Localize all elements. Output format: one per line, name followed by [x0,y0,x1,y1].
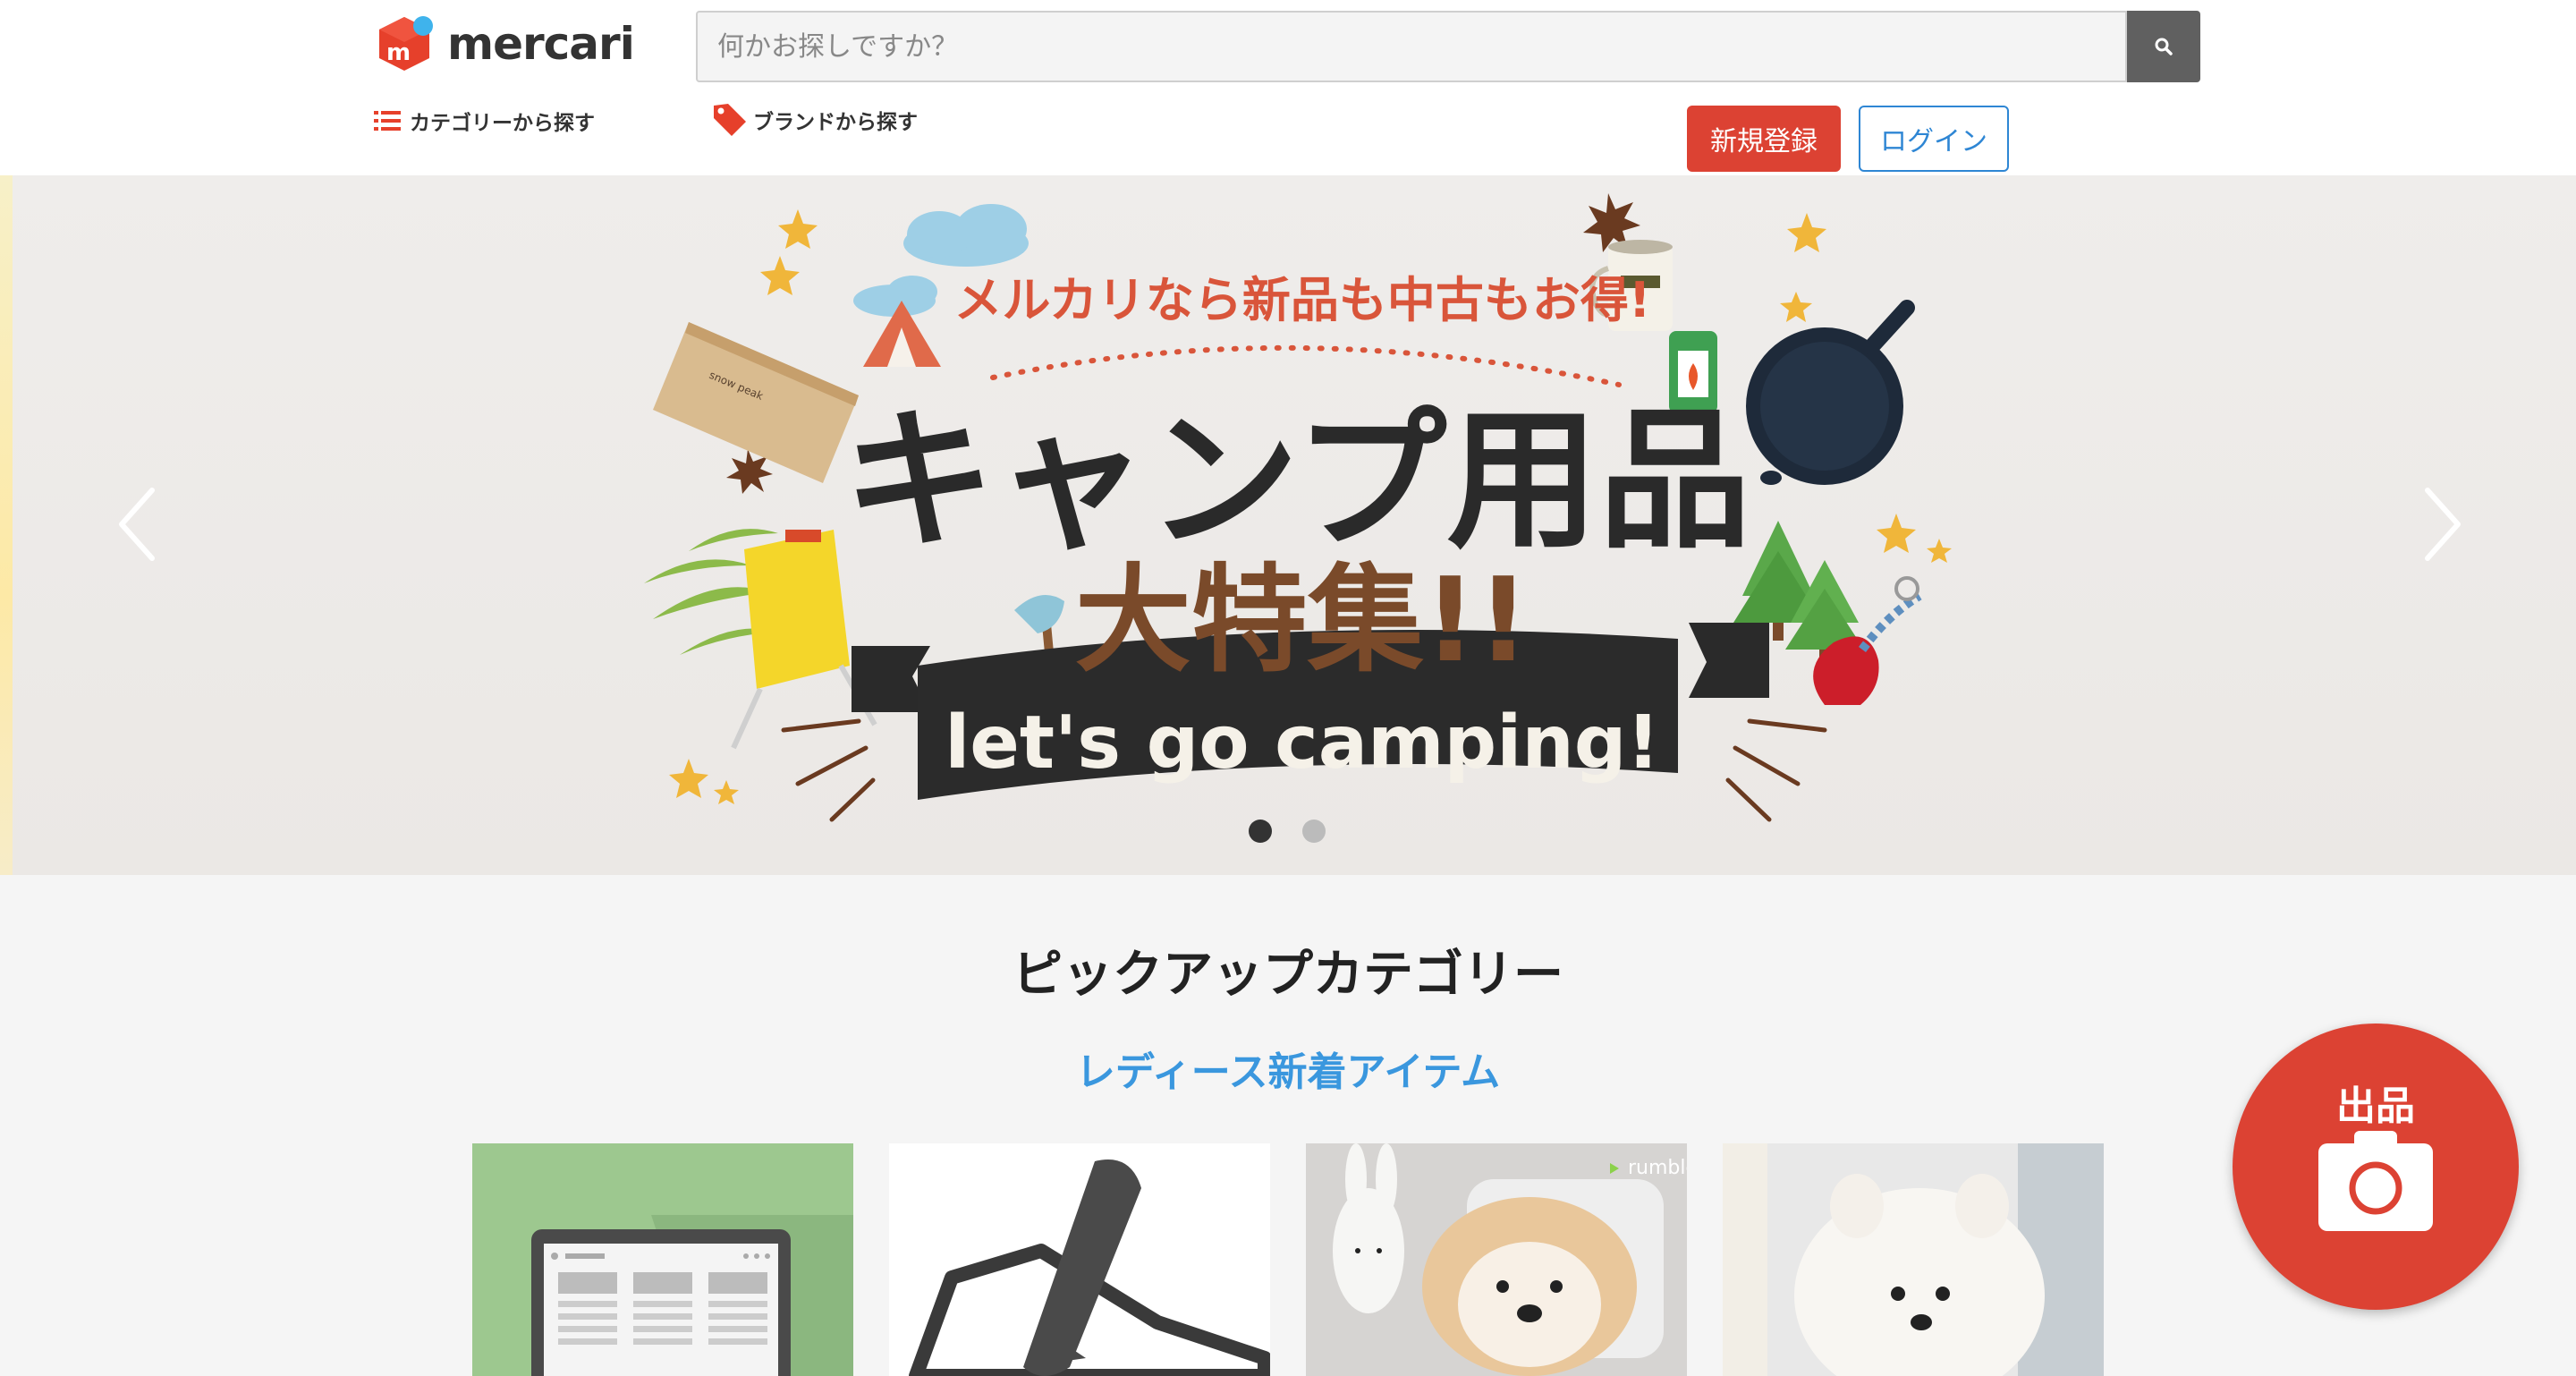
search-icon [2155,38,2173,55]
login-button[interactable]: ログイン [1859,106,2009,172]
pen-signature-image [909,1159,1270,1376]
logo-text: mercari [447,18,635,70]
sell-button[interactable]: 出品 [2233,1024,2519,1310]
mercari-logo[interactable]: m mercari [374,13,635,75]
site-header: m mercari カテゴリーから探す ブランドから探す 新規登録 ログイン [0,0,2576,175]
hero-banner-carousel[interactable]: snow peak let's go camping! メルカリなら新品も中古も… [0,175,2576,875]
item-card[interactable] [1723,1143,2104,1376]
search-button[interactable] [2127,11,2200,82]
search-input[interactable] [717,30,2125,63]
svg-text:let's go camping!: let's go camping! [945,701,1660,786]
carousel-indicators [1249,820,1326,843]
item-card[interactable] [889,1143,1270,1376]
nav-category-search[interactable]: カテゴリーから探す [374,106,595,136]
hero-headline-top: メルカリなら新品も中古もお得! [953,272,1650,328]
white-pomeranian-image [1723,1143,2104,1376]
skillet-icon [1746,300,1915,485]
svg-text:m: m [386,39,411,66]
camping-banner-artwork: snow peak let's go camping! メルカリなら新品も中古も… [644,193,1952,822]
carousel-dot[interactable] [1249,820,1272,843]
puppy-plush-image: rumble [1306,1143,1687,1376]
sell-label: 出品 [2336,1083,2415,1129]
tablet-placeholder-image [531,1215,853,1376]
rumble-watermark: rumble [1628,1157,1687,1179]
nav-brand-search[interactable]: ブランドから探す [710,100,918,140]
mercari-logo-icon: m [379,16,433,71]
item-card[interactable] [472,1143,853,1376]
section-title: ピックアップカテゴリー [1013,946,1563,1004]
carousel-dot[interactable] [1302,820,1326,843]
hero-headline-main: キャンプ用品 [843,393,1751,570]
section-subtitle-link[interactable]: レディース新着アイテム [0,1040,2576,1097]
tag-icon [714,104,746,136]
search-field-container[interactable] [696,11,2127,82]
list-icon [374,111,401,131]
chevron-right-icon[interactable] [2411,480,2474,569]
wooden-box-icon: snow peak [653,322,859,483]
signup-button[interactable]: 新規登録 [1687,106,1841,172]
hero-headline-sub: 大特集!! [1075,552,1530,688]
item-card[interactable]: rumble [1306,1143,1687,1376]
nav-category-label: カテゴリーから探す [410,112,595,135]
item-card-list: rumble [472,1143,2104,1376]
camera-icon [2318,1131,2433,1231]
nav-brand-label: ブランドから探す [753,111,918,134]
chevron-left-icon[interactable] [106,480,168,569]
